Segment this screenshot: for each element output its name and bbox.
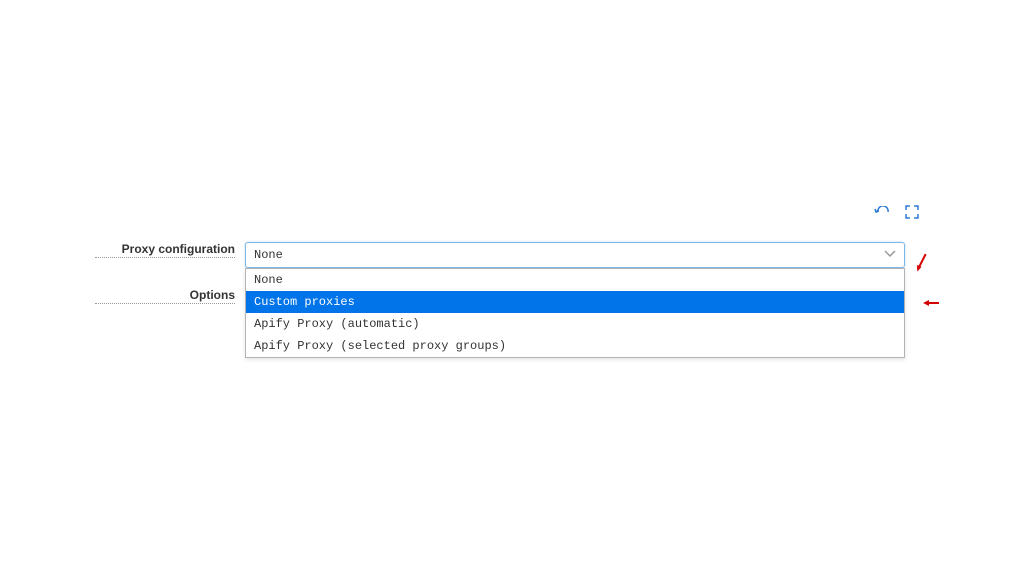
dropdown-option[interactable]: Apify Proxy (automatic) (246, 313, 904, 335)
proxy-config-dropdown: NoneCustom proxiesApify Proxy (automatic… (245, 268, 905, 358)
proxy-config-row: Proxy configuration None NoneCustom prox… (95, 242, 935, 268)
form-container: Proxy configuration None NoneCustom prox… (95, 242, 935, 324)
options-label: Options (95, 288, 235, 304)
dropdown-option[interactable]: None (246, 269, 904, 291)
proxy-config-selected-value: None (254, 248, 283, 262)
proxy-config-label: Proxy configuration (95, 242, 235, 258)
dropdown-option[interactable]: Apify Proxy (selected proxy groups) (246, 335, 904, 357)
top-icon-bar (874, 205, 919, 222)
dropdown-option[interactable]: Custom proxies (246, 291, 904, 313)
proxy-config-select[interactable]: None (245, 242, 905, 268)
expand-icon[interactable] (905, 205, 919, 222)
chevron-down-icon (884, 248, 896, 262)
undo-icon[interactable] (874, 205, 890, 222)
proxy-config-field: None NoneCustom proxiesApify Proxy (auto… (245, 242, 935, 268)
